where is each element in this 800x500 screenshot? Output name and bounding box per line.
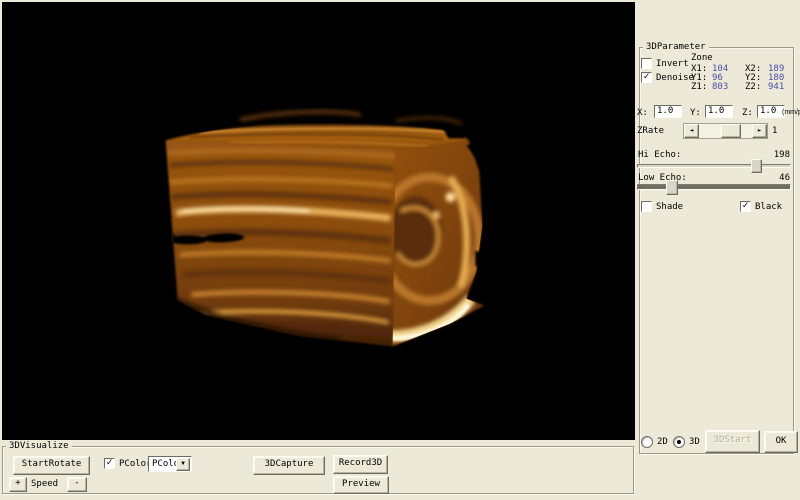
radio-3d[interactable]: 3D xyxy=(673,436,700,448)
low-echo-label: Low Echo: xyxy=(638,173,687,183)
zone-z1-label: Z1: xyxy=(691,82,707,92)
z-scale-label: Z: xyxy=(742,108,753,118)
speed-label: Speed xyxy=(31,479,58,489)
black-checkbox[interactable]: ✓ Black xyxy=(740,201,782,212)
scroll-right-button[interactable]: ► xyxy=(752,124,767,138)
x-scale-field[interactable]: 1.0 xyxy=(654,105,682,118)
denoise-checkbox[interactable]: ✓ Denoise xyxy=(641,72,694,83)
pcolor-checkbox[interactable]: ✓ PColor xyxy=(104,458,152,469)
zone-z2-value: 941 xyxy=(768,82,784,92)
invert-label: Invert xyxy=(656,59,689,69)
pcolor-dropdown[interactable]: PColor ▼ xyxy=(148,456,192,472)
speed-plus-button[interactable]: + xyxy=(9,477,27,492)
x-scale-label: X: xyxy=(637,108,648,118)
scroll-left-button[interactable]: ◄ xyxy=(684,124,699,138)
zrate-scrollbar[interactable]: ◄ ► xyxy=(683,123,768,139)
y-scale-field[interactable]: 1.0 xyxy=(705,105,733,118)
z-scale-field[interactable]: 1.0 xyxy=(757,105,785,118)
scale-unit-label: (mm/p) xyxy=(782,108,800,118)
checkbox-icon[interactable]: ✓ xyxy=(641,201,652,212)
zrate-value: 1 xyxy=(772,126,777,136)
volume-render-3d xyxy=(2,2,635,440)
hi-echo-thumb[interactable] xyxy=(751,159,762,173)
radio-3d-label: 3D xyxy=(689,437,700,447)
speed-minus-button[interactable]: - xyxy=(67,477,87,492)
pcolor-label: PColor xyxy=(119,459,152,469)
radio-2d[interactable]: 2D xyxy=(641,436,668,448)
black-label: Black xyxy=(755,202,782,212)
hi-echo-track[interactable] xyxy=(637,164,791,168)
record-button[interactable]: Record3D xyxy=(333,455,388,474)
zone-title: Zone xyxy=(691,53,713,63)
zrate-label: ZRate xyxy=(637,126,664,136)
start3d-button[interactable]: 3DStart xyxy=(705,430,760,453)
checkbox-icon[interactable]: ✓ xyxy=(104,458,115,469)
hi-echo-label: Hi Echo: xyxy=(638,150,681,160)
hi-echo-value: 198 xyxy=(765,150,790,160)
checkbox-icon[interactable]: ✓ xyxy=(641,72,652,83)
app-window: { "colors": { "window_bg": "#ece9d8", "v… xyxy=(0,0,800,500)
checkbox-icon[interactable]: ✓ xyxy=(641,58,652,69)
parameter-group-title: 3DParameter xyxy=(643,42,709,52)
radio-icon[interactable] xyxy=(641,436,653,448)
low-echo-track[interactable] xyxy=(637,184,791,190)
shade-checkbox[interactable]: ✓ Shade xyxy=(641,201,683,212)
zrate-thumb[interactable] xyxy=(721,124,741,138)
low-echo-value: 46 xyxy=(765,173,790,183)
shade-label: Shade xyxy=(656,202,683,212)
low-echo-thumb[interactable] xyxy=(666,180,678,195)
radio-2d-label: 2D xyxy=(657,437,668,447)
ok-button[interactable]: OK xyxy=(764,431,798,453)
zone-z2-label: Z2: xyxy=(745,82,761,92)
zone-z1-value: 803 xyxy=(712,82,728,92)
checkbox-icon[interactable]: ✓ xyxy=(740,201,751,212)
capture-button[interactable]: 3DCapture xyxy=(253,456,325,475)
visualize-group-title: 3DVisualize xyxy=(6,441,72,451)
radio-icon[interactable] xyxy=(673,436,685,448)
dropdown-arrow-icon[interactable]: ▼ xyxy=(176,458,190,471)
invert-checkbox[interactable]: ✓ Invert xyxy=(641,58,689,69)
y-scale-label: Y: xyxy=(690,108,701,118)
start-rotate-button[interactable]: StartRotate xyxy=(13,456,90,475)
render-viewport[interactable] xyxy=(2,2,635,440)
preview-button[interactable]: Preview xyxy=(333,476,389,494)
denoise-label: Denoise xyxy=(656,73,694,83)
